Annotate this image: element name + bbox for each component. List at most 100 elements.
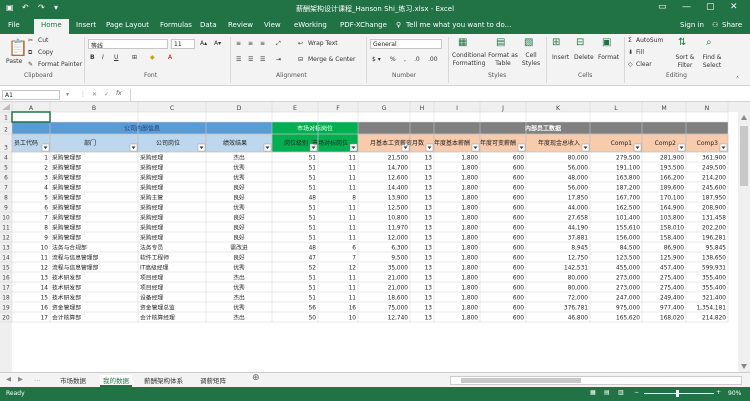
name-box[interactable]: A1	[2, 90, 60, 100]
normal-view-icon[interactable]: ▦	[590, 389, 596, 396]
sheet-tab-salary-structure[interactable]: 薪酬架构体系	[144, 375, 183, 385]
bold-button[interactable]: B	[90, 54, 95, 61]
tab-eworking[interactable]: eWorking	[294, 21, 327, 29]
clear-button[interactable]: Clear	[636, 61, 652, 68]
copy-icon[interactable]: ⧉	[28, 49, 32, 57]
find-select-icon[interactable]: ⌕	[706, 37, 712, 48]
worksheet-grid[interactable]: A B C D E F G H I J K L M N 1 2 3 4 5 6 7 8 9 10 11 12 13 14 15 16 17 1…	[0, 102, 750, 372]
decrease-decimal-icon[interactable]: .00	[428, 56, 438, 63]
align-center-icon[interactable]: ☰	[248, 56, 253, 63]
paste-button[interactable]: Paste	[6, 58, 22, 65]
paste-icon[interactable]: 📋	[8, 38, 28, 57]
conditional-formatting-button[interactable]: Conditional Formatting	[450, 52, 488, 68]
increase-font-icon[interactable]: A▴	[200, 40, 207, 47]
close-icon[interactable]: ✕	[730, 2, 738, 12]
align-bottom-icon[interactable]: ≡	[260, 40, 265, 47]
minimize-icon[interactable]: —	[682, 2, 691, 12]
increase-decimal-icon[interactable]: .0	[414, 56, 420, 63]
merge-center-button[interactable]: Merge & Center	[308, 56, 355, 63]
currency-icon[interactable]: $ ▾	[372, 56, 381, 63]
font-name-select[interactable]: 等线	[88, 39, 168, 49]
sort-filter-icon[interactable]: ⇅	[678, 37, 686, 48]
tab-formulas[interactable]: Formulas	[160, 21, 192, 29]
horizontal-scrollbar[interactable]	[450, 376, 742, 385]
vertical-scroll-thumb[interactable]	[740, 126, 748, 186]
align-left-icon[interactable]: ☰	[236, 56, 241, 63]
orientation-icon[interactable]: ⤢	[276, 40, 281, 48]
sort-filter-button[interactable]: Sort & Filter	[672, 54, 698, 70]
wrap-text-button[interactable]: Wrap Text	[308, 40, 338, 47]
merge-center-icon[interactable]: ⊟	[298, 56, 303, 63]
align-right-icon[interactable]: ☰	[260, 56, 265, 63]
maximize-icon[interactable]: ▢	[706, 2, 715, 12]
page-break-view-icon[interactable]: ▥	[618, 389, 624, 396]
new-sheet-icon[interactable]: ⊕	[252, 373, 260, 383]
comma-icon[interactable]: ,	[404, 56, 406, 63]
insert-cells-button[interactable]: Insert	[552, 54, 569, 61]
format-as-table-button[interactable]: Format as Table	[488, 52, 518, 68]
font-size-select[interactable]: 11	[171, 39, 195, 49]
autosum-button[interactable]: AutoSum	[636, 37, 663, 44]
format-as-table-icon[interactable]: ▤	[496, 37, 505, 48]
format-cells-button[interactable]: Format	[598, 54, 619, 61]
tab-view[interactable]: View	[264, 21, 281, 29]
next-sheet-icon[interactable]: ▶	[18, 375, 23, 383]
conditional-formatting-icon[interactable]: ▦	[458, 37, 467, 48]
percent-icon[interactable]: %	[390, 56, 396, 63]
zoom-slider-thumb[interactable]	[676, 390, 679, 397]
tab-insert[interactable]: Insert	[76, 21, 96, 29]
align-middle-icon[interactable]: ≡	[248, 40, 253, 47]
tab-pdf-xchange[interactable]: PDF-XChange	[340, 21, 387, 29]
sign-in-link[interactable]: Sign in	[680, 21, 704, 29]
formula-options-icon[interactable]: ⋮	[80, 91, 86, 98]
autosum-icon[interactable]: Σ	[628, 37, 632, 44]
tab-home[interactable]: Home	[34, 19, 69, 34]
zoom-level[interactable]: 90%	[728, 390, 741, 397]
insert-cells-icon[interactable]: ⊞	[552, 37, 560, 48]
cell-styles-icon[interactable]: ▧	[524, 37, 533, 48]
font-color-icon[interactable]: A	[168, 54, 172, 61]
page-layout-view-icon[interactable]: ▤	[604, 389, 610, 396]
tab-review[interactable]: Review	[228, 21, 253, 29]
tell-me-box[interactable]: Tell me what you want to do...	[406, 21, 511, 29]
copy-button[interactable]: Copy	[38, 49, 53, 56]
insert-function-icon[interactable]: fx	[116, 90, 122, 97]
name-box-dropdown-icon[interactable]: ▾	[66, 91, 69, 98]
ribbon-display-icon[interactable]: ▭	[658, 2, 667, 12]
cell-styles-button[interactable]: Cell Styles	[520, 52, 542, 68]
sheet-tab-merit-matrix[interactable]: 调薪矩阵	[200, 375, 226, 385]
format-cells-icon[interactable]: ▣	[602, 37, 611, 48]
tab-file[interactable]: File	[8, 21, 20, 29]
delete-cells-icon[interactable]: ⊟	[576, 37, 584, 48]
cut-icon[interactable]: ✂	[28, 37, 33, 44]
format-painter-button[interactable]: Format Painter	[38, 61, 82, 68]
sheet-tab-my-data[interactable]: 我的数据	[100, 375, 132, 387]
cancel-entry-icon[interactable]: ✕	[92, 91, 97, 98]
prev-sheet-icon[interactable]: ◀	[6, 375, 11, 383]
cut-button[interactable]: Cut	[38, 37, 48, 44]
share-button[interactable]: Share	[722, 21, 742, 29]
zoom-slider[interactable]	[644, 393, 714, 394]
delete-cells-button[interactable]: Delete	[574, 54, 594, 61]
collapse-ribbon-icon[interactable]: ˄	[736, 76, 739, 83]
indent-icon[interactable]: ⇥	[276, 56, 281, 63]
formula-input[interactable]	[130, 89, 744, 101]
fill-icon[interactable]: ⬇	[628, 49, 633, 56]
decrease-font-icon[interactable]: A▾	[214, 40, 221, 47]
borders-icon[interactable]: ⊞	[132, 54, 137, 61]
wrap-text-icon[interactable]: ↩	[298, 40, 303, 47]
zoom-out-icon[interactable]: −	[634, 389, 639, 396]
find-select-button[interactable]: Find & Select	[698, 54, 726, 70]
zoom-in-icon[interactable]: +	[716, 389, 721, 396]
align-top-icon[interactable]: ≡	[236, 40, 241, 47]
share-icon[interactable]: ⚇	[712, 21, 718, 29]
number-format-select[interactable]: General	[370, 39, 442, 49]
horizontal-scroll-thumb[interactable]	[461, 378, 581, 383]
tab-data[interactable]: Data	[200, 21, 217, 29]
fill-button[interactable]: Fill	[636, 49, 644, 56]
active-cell-A1[interactable]	[11, 111, 51, 123]
clear-icon[interactable]: ◇	[628, 61, 633, 68]
sheet-tab-market-data[interactable]: 市场数据	[60, 375, 86, 385]
confirm-entry-icon[interactable]: ✓	[104, 91, 109, 98]
underline-button[interactable]: U	[114, 54, 118, 61]
